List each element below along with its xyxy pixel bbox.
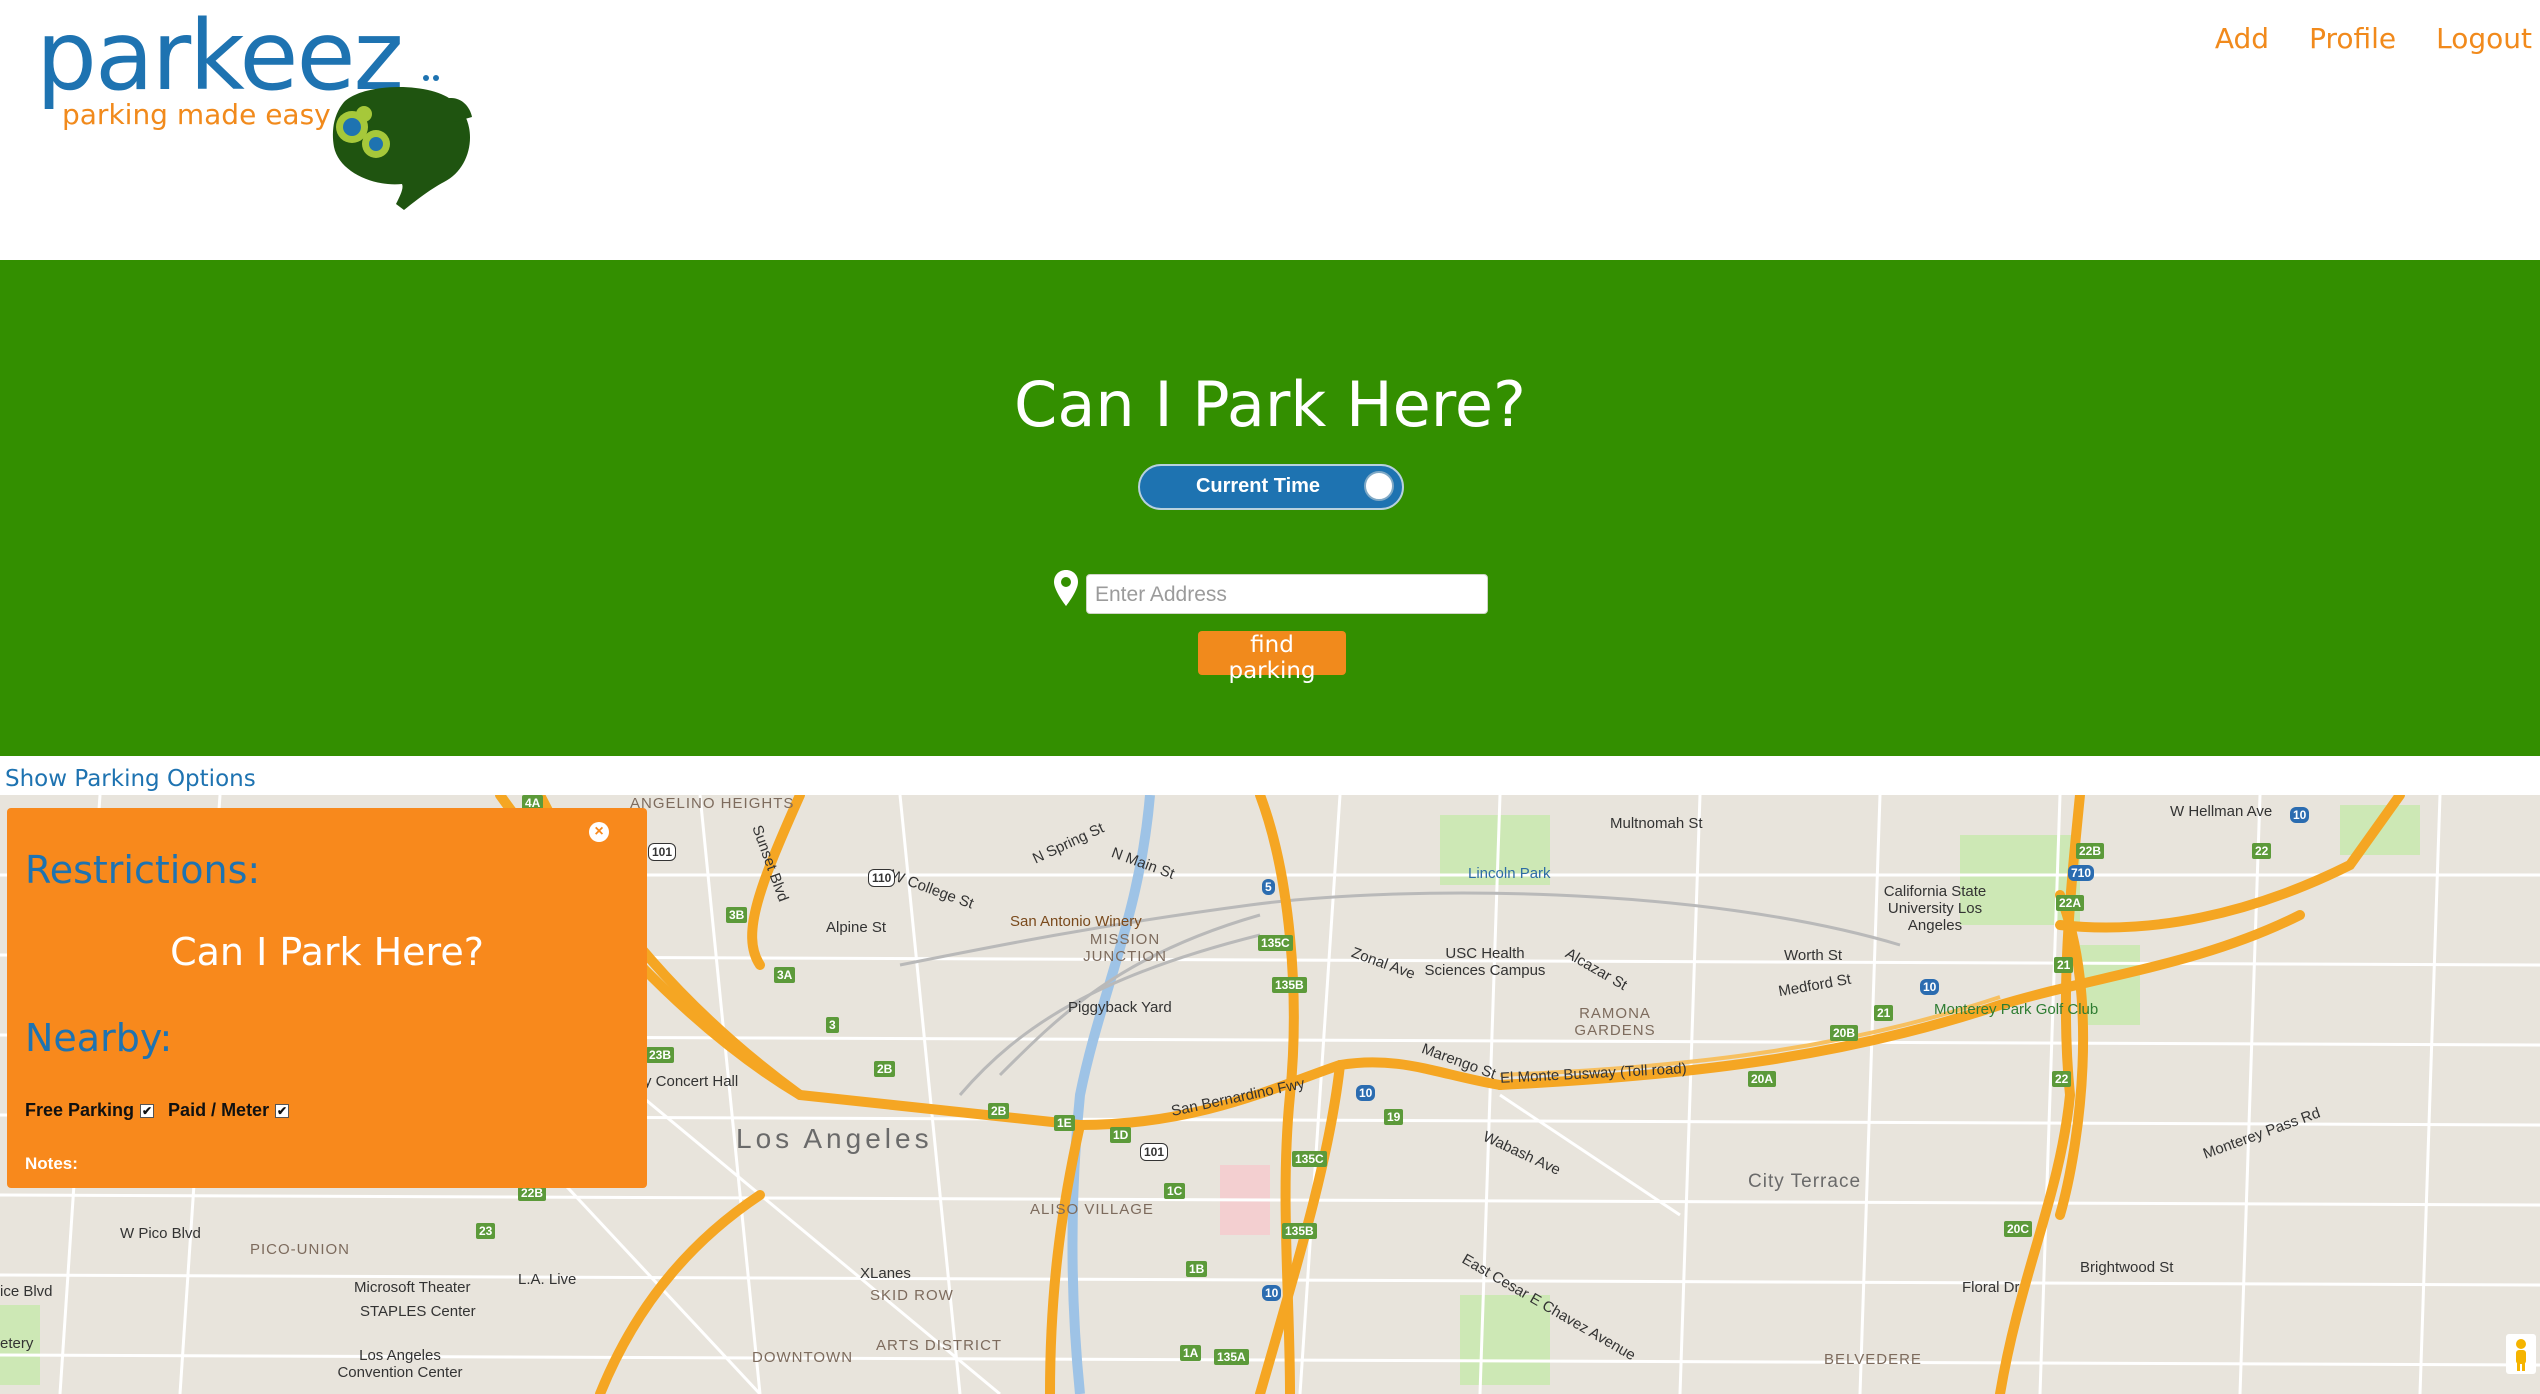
- route-shield: 110: [868, 869, 896, 887]
- route-shield: 2B: [988, 1103, 1010, 1119]
- show-parking-options-link[interactable]: Show Parking Options: [5, 766, 256, 792]
- notes-label: Notes:: [25, 1154, 78, 1173]
- paid-meter-checkbox[interactable]: ✔: [275, 1103, 290, 1118]
- route-shield: 710: [2068, 865, 2095, 881]
- map-label-worth: Worth St: [1784, 947, 1843, 964]
- route-shield: 1C: [1164, 1183, 1186, 1199]
- address-input[interactable]: [1086, 574, 1488, 614]
- route-shield: 10: [2290, 807, 2310, 823]
- route-shield: 20C: [2004, 1221, 2033, 1237]
- route-shield: 10: [1920, 979, 1940, 995]
- free-parking-label: Free Parking: [25, 1100, 135, 1120]
- route-shield: 5: [1262, 879, 1275, 895]
- route-shield: 135C: [1258, 935, 1293, 951]
- route-shield: 21: [2054, 957, 2074, 973]
- route-shield: 101: [648, 843, 677, 861]
- map-label-staples-center: STAPLES Center: [360, 1303, 476, 1320]
- map-label-angelino-heights: ANGELINO HEIGHTS: [630, 795, 795, 812]
- map-label-ramona-gardens: RAMONA GARDENS: [1574, 1005, 1656, 1039]
- free-parking-checkbox[interactable]: ✔: [140, 1103, 155, 1118]
- nav-logout-link[interactable]: Logout: [2436, 22, 2532, 55]
- route-shield: 101: [1140, 1143, 1169, 1161]
- map-label-mission-junction: MISSION JUNCTION: [1083, 931, 1167, 965]
- panel-title: Can I Park Here?: [170, 930, 484, 974]
- map-label-san-antonio-winery: San Antonio Winery: [1010, 913, 1142, 930]
- route-shield: 135C: [1292, 1151, 1327, 1167]
- route-shield: 21: [1874, 1005, 1894, 1021]
- paid-meter-label: Paid / Meter: [168, 1100, 270, 1120]
- map-label-arts-district: ARTS DISTRICT: [876, 1337, 1003, 1354]
- map-label-concert-hall: y Concert Hall: [644, 1073, 739, 1090]
- route-shield: 2B: [874, 1061, 896, 1077]
- la-river: [1067, 795, 1155, 1394]
- top-nav: Add Profile Logout: [2215, 22, 2532, 55]
- map-label-alpine: Alpine St: [826, 919, 887, 936]
- map-label-w-hellman: W Hellman Ave: [2170, 803, 2273, 820]
- nav-add-link[interactable]: Add: [2215, 22, 2269, 55]
- logo-tagline: parking made easy: [62, 98, 331, 131]
- route-shield: 135A: [1214, 1349, 1249, 1365]
- route-shield: 20A: [1748, 1071, 1777, 1087]
- map-label-ice-blvd: ice Blvd: [0, 1283, 53, 1300]
- current-time-toggle[interactable]: Current Time: [1138, 464, 1404, 510]
- map-label-city-terrace: City Terrace: [1748, 1171, 1862, 1192]
- map-label-etery: etery: [0, 1335, 34, 1352]
- map-label-cal-state: California State University Los Angeles: [1883, 883, 1987, 934]
- route-shield: 3A: [774, 967, 796, 983]
- site-header: parkeez parking made easy Add Profile Lo…: [0, 0, 2540, 260]
- route-shield: 10: [1356, 1085, 1376, 1101]
- location-pin-icon: [1054, 570, 1078, 606]
- map-label-la-live: L.A. Live: [518, 1271, 577, 1288]
- toggle-knob[interactable]: [1364, 471, 1394, 501]
- route-shield: 22: [2052, 1071, 2072, 1087]
- map-label-pico-union: PICO-UNION: [250, 1241, 350, 1258]
- logo[interactable]: parkeez parking made easy: [36, 8, 472, 210]
- route-shield: 1E: [1054, 1115, 1075, 1131]
- route-shield: 10: [1262, 1285, 1282, 1301]
- route-shield: 20B: [1830, 1025, 1859, 1041]
- find-parking-button[interactable]: find parking: [1198, 631, 1346, 684]
- owl-mascot-icon: [332, 75, 472, 210]
- map-label-aliso-village: ALISO VILLAGE: [1030, 1201, 1154, 1218]
- map-label-xlanes: XLanes: [860, 1265, 911, 1282]
- restrictions-panel: × Restrictions: Can I Park Here? Nearby:…: [7, 808, 647, 1188]
- map-label-lincoln-park: Lincoln Park: [1468, 865, 1551, 882]
- map-label-brightwood: Brightwood St: [2080, 1259, 2174, 1276]
- nearby-heading: Nearby:: [25, 1016, 173, 1060]
- close-icon[interactable]: ×: [589, 822, 609, 842]
- map-label-belvedere: BELVEDERE: [1824, 1351, 1922, 1368]
- parking-filters: Free Parking ✔ Paid / Meter ✔: [25, 1100, 297, 1121]
- route-shield: 22B: [2076, 843, 2105, 859]
- nav-profile-link[interactable]: Profile: [2309, 22, 2396, 55]
- route-shield: 22A: [2056, 895, 2085, 911]
- route-shield: 19: [1384, 1109, 1404, 1125]
- map-label-los-angeles: Los Angeles: [736, 1123, 933, 1154]
- map-label-downtown: DOWNTOWN: [752, 1349, 854, 1366]
- map-label-floral: Floral Dr: [1962, 1279, 2020, 1296]
- map-label-microsoft-theater: Microsoft Theater: [354, 1279, 471, 1296]
- route-shield: 135B: [1282, 1223, 1317, 1239]
- restrictions-heading: Restrictions:: [25, 848, 261, 892]
- route-shield: 3B: [726, 907, 748, 923]
- map-label-skid-row: SKID ROW: [870, 1287, 954, 1304]
- map-label-convention-center: Los Angeles Convention Center: [337, 1347, 463, 1381]
- map-label-w-pico-blvd: W Pico Blvd: [120, 1225, 201, 1242]
- route-shield: 22: [2252, 843, 2272, 859]
- route-shield: 1D: [1110, 1127, 1132, 1143]
- route-shield: 1A: [1180, 1345, 1202, 1361]
- map-label-monterey-park-golf: Monterey Park Golf Club: [1934, 1001, 2099, 1018]
- street-view-pegman-icon[interactable]: [2506, 1334, 2536, 1374]
- route-shield: 23: [476, 1223, 496, 1239]
- search-hero: Can I Park Here? Current Time find parki…: [0, 260, 2540, 756]
- map-label-piggyback-yard: Piggyback Yard: [1068, 999, 1172, 1016]
- route-shield: 3: [826, 1017, 839, 1033]
- hero-title: Can I Park Here?: [1014, 368, 1526, 441]
- route-shield: 1B: [1186, 1261, 1208, 1277]
- route-shield: 23B: [646, 1047, 675, 1063]
- map-label-usc-health: USC Health Sciences Campus: [1424, 945, 1546, 979]
- map-label-multnomah: Multnomah St: [1610, 815, 1703, 832]
- toggle-label: Current Time: [1195, 475, 1321, 497]
- route-shield: 135B: [1272, 977, 1307, 993]
